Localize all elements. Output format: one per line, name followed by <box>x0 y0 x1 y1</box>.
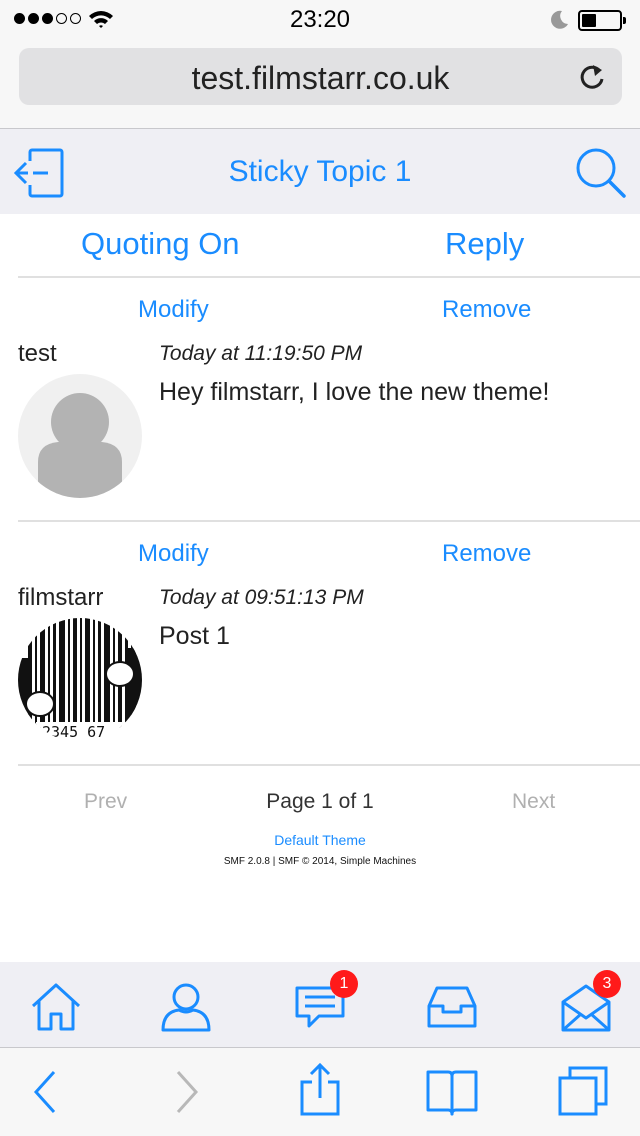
back-icon[interactable] <box>30 1068 60 1116</box>
avatar[interactable] <box>18 374 142 498</box>
profile-icon[interactable] <box>159 980 213 1034</box>
post-message: Post 1 <box>159 622 230 650</box>
modify-button[interactable]: Modify <box>138 296 209 324</box>
share-icon[interactable] <box>298 1062 342 1118</box>
avatar[interactable]: 2345 67 <box>18 618 142 742</box>
address-bar[interactable]: test.filmstarr.co.uk <box>19 48 622 105</box>
tabs-icon[interactable] <box>556 1064 610 1118</box>
browser-toolbar <box>0 1048 640 1136</box>
default-avatar-icon <box>18 374 142 498</box>
barcode-avatar-image: 2345 67 <box>18 618 142 742</box>
url-text[interactable]: test.filmstarr.co.uk <box>19 60 622 97</box>
post-time: Today at 09:51:13 PM <box>159 586 364 609</box>
page-title: Sticky Topic 1 <box>228 155 412 188</box>
battery-icon <box>578 10 626 31</box>
post-author[interactable]: test <box>18 340 57 368</box>
theme-link[interactable]: Default Theme <box>0 832 640 848</box>
post-item: Modify Remove test Today at 11:19:50 PM … <box>18 278 640 522</box>
remove-button[interactable]: Remove <box>442 296 531 324</box>
next-page-link[interactable]: Next <box>512 790 555 814</box>
do-not-disturb-icon <box>551 10 568 29</box>
quoting-toggle[interactable]: Quoting On <box>81 226 240 262</box>
remove-button[interactable]: Remove <box>442 540 531 568</box>
post-author[interactable]: filmstarr <box>18 584 103 612</box>
reply-button[interactable]: Reply <box>445 226 524 262</box>
home-icon[interactable] <box>29 980 83 1034</box>
reload-icon[interactable] <box>578 62 606 92</box>
inbox-icon[interactable] <box>425 980 479 1034</box>
topic-actions: Quoting On Reply <box>18 214 640 278</box>
browser-address-area: test.filmstarr.co.uk <box>0 40 640 129</box>
tab-bar: 1 3 <box>0 962 640 1048</box>
bookmarks-icon[interactable] <box>424 1068 480 1118</box>
forward-icon[interactable] <box>172 1068 202 1116</box>
svg-text:2345 67: 2345 67 <box>42 723 105 741</box>
modify-button[interactable]: Modify <box>138 540 209 568</box>
status-bar: 23:20 <box>0 0 640 40</box>
post-item: Modify Remove filmstarr Today at 09:51:1… <box>18 522 640 766</box>
copyright-text: SMF 2.0.8 | SMF © 2014, Simple Machines <box>223 856 417 867</box>
mail-badge: 3 <box>593 970 621 998</box>
status-time: 23:20 <box>289 6 351 33</box>
pagination: Prev Page 1 of 1 Next <box>0 788 640 818</box>
page-header: Sticky Topic 1 <box>0 129 640 214</box>
search-icon[interactable] <box>574 146 628 200</box>
post-time: Today at 11:19:50 PM <box>159 342 363 365</box>
messages-badge: 1 <box>330 970 358 998</box>
post-message: Hey filmstarr, I love the new theme! <box>159 378 550 406</box>
